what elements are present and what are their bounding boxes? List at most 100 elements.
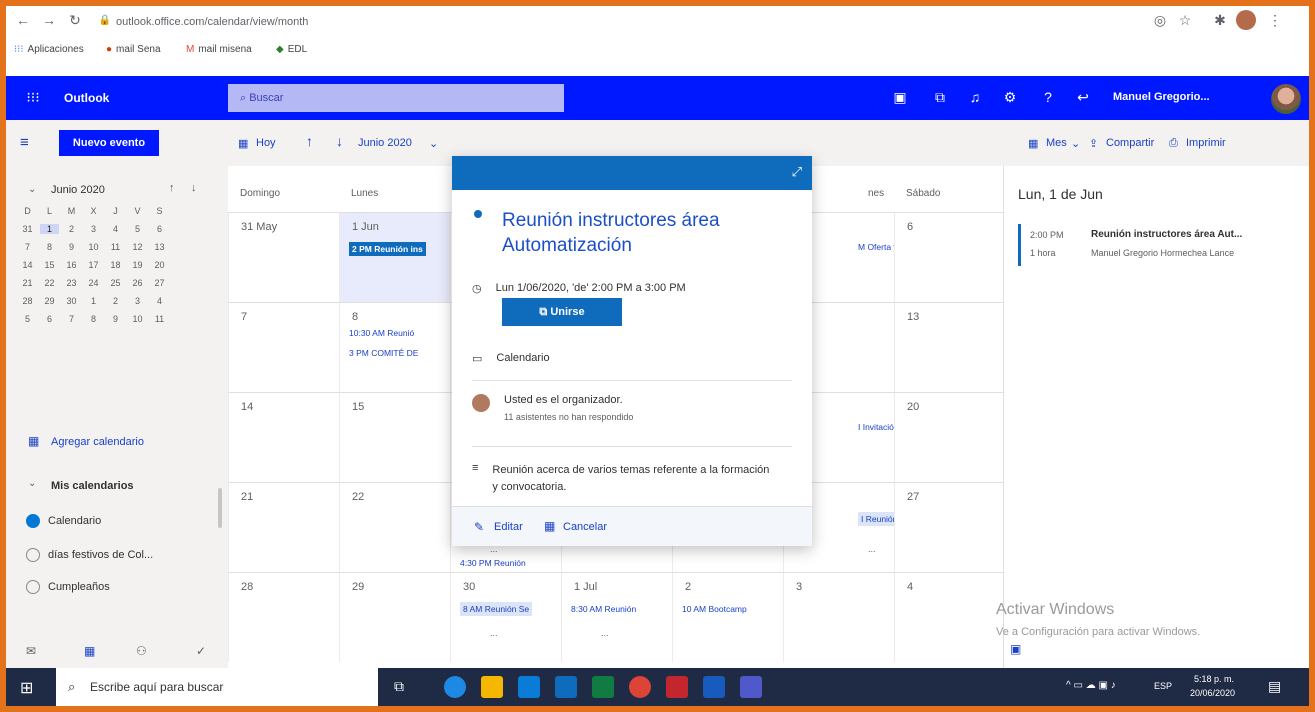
- day-cell[interactable]: 28: [228, 572, 339, 662]
- agenda-footer-icon[interactable]: ▣: [1010, 642, 1021, 656]
- mini-day[interactable]: 14: [18, 260, 37, 270]
- extensions-icon[interactable]: ✱: [1211, 12, 1229, 29]
- mini-day[interactable]: 20: [150, 260, 169, 270]
- checkbox-unchecked[interactable]: [26, 548, 40, 562]
- calendar-event[interactable]: 8 AM Reunión Se: [460, 602, 533, 616]
- bell-icon[interactable]: ♫: [966, 89, 984, 105]
- whats-new-icon[interactable]: ⧉: [931, 89, 949, 106]
- url-bar[interactable]: outlook.office.com/calendar/view/month: [116, 10, 1136, 34]
- day-cell[interactable]: 29: [339, 572, 450, 662]
- mini-day[interactable]: 2: [62, 224, 81, 234]
- mini-day[interactable]: 3: [128, 296, 147, 306]
- month-picker[interactable]: Junio 2020: [358, 137, 412, 149]
- calendar-event[interactable]: M Oferta y c: [858, 242, 894, 252]
- view-chevron-icon[interactable]: ⌄: [1071, 137, 1080, 150]
- mini-day[interactable]: 10: [84, 242, 103, 252]
- mini-day[interactable]: 1: [40, 224, 59, 234]
- mini-day[interactable]: 9: [106, 314, 125, 324]
- target-icon[interactable]: ◎: [1151, 12, 1169, 29]
- clock-date[interactable]: 20/06/2020: [1190, 688, 1235, 698]
- mini-prev-icon[interactable]: ↑: [169, 182, 175, 194]
- join-button[interactable]: ⧉ Unirse: [502, 298, 622, 326]
- store-icon[interactable]: [518, 676, 540, 698]
- forward-icon[interactable]: →: [40, 12, 58, 28]
- day-cell[interactable]: 3: [783, 572, 894, 662]
- agenda-event-title[interactable]: Reunión instructores área Aut...: [1091, 229, 1301, 240]
- file-explorer-icon[interactable]: [481, 676, 503, 698]
- tray-icons[interactable]: ^ ▭ ☁ ▣ ♪: [1066, 680, 1116, 691]
- day-cell[interactable]: 31 May: [228, 212, 339, 302]
- mini-day[interactable]: 19: [128, 260, 147, 270]
- day-cell[interactable]: 7: [228, 302, 339, 392]
- up-arrow-icon[interactable]: ↑: [306, 133, 313, 149]
- mini-day[interactable]: 11: [106, 242, 125, 252]
- mini-day[interactable]: 24: [84, 278, 103, 288]
- mini-day[interactable]: 7: [18, 242, 37, 252]
- calendar-item-festivos[interactable]: días festivos de Col...: [26, 548, 153, 562]
- mini-day[interactable]: 7: [62, 314, 81, 324]
- mini-day[interactable]: 27: [150, 278, 169, 288]
- mini-day[interactable]: 1: [84, 296, 103, 306]
- user-avatar[interactable]: [1271, 84, 1301, 114]
- calendar-event[interactable]: 10:30 AM Reunió: [349, 328, 414, 338]
- reload-icon[interactable]: ↻: [66, 12, 84, 29]
- calendar-event[interactable]: 3 PM COMITÉ DE: [349, 348, 418, 358]
- notification-icon[interactable]: ▤: [1268, 678, 1281, 695]
- edit-button[interactable]: Editar: [494, 521, 523, 533]
- mini-day[interactable]: 16: [62, 260, 81, 270]
- mail-app-icon[interactable]: [555, 676, 577, 698]
- mini-day[interactable]: 11: [150, 314, 169, 324]
- mini-day[interactable]: 3: [84, 224, 103, 234]
- more-events-indicator[interactable]: ...: [601, 628, 609, 638]
- attendees-text[interactable]: 11 asistentes no han respondido: [504, 412, 633, 422]
- mini-day[interactable]: 8: [84, 314, 103, 324]
- mini-day[interactable]: 31: [18, 224, 37, 234]
- menu-icon[interactable]: ⋮: [1266, 12, 1284, 29]
- day-cell[interactable]: 2: [672, 572, 783, 662]
- day-cell[interactable]: 6: [894, 212, 1005, 302]
- people-icon[interactable]: ⚇: [136, 644, 147, 658]
- teams-app-icon[interactable]: [740, 676, 762, 698]
- day-cell[interactable]: 22: [339, 482, 450, 572]
- new-event-button[interactable]: Nuevo evento: [59, 130, 159, 156]
- bookmark-mail-misena[interactable]: Mmail misena: [186, 44, 252, 55]
- windows-start-icon[interactable]: ⊞: [20, 678, 33, 698]
- calendar-event[interactable]: 10 AM Bootcamp: [682, 604, 747, 614]
- mini-day[interactable]: 9: [62, 242, 81, 252]
- todo-icon[interactable]: ✓: [196, 644, 206, 658]
- teams-chat-icon[interactable]: ▣: [891, 89, 909, 106]
- more-events-indicator[interactable]: ...: [490, 628, 498, 638]
- mini-day[interactable]: 30: [62, 296, 81, 306]
- mini-day[interactable]: 2: [106, 296, 125, 306]
- calendar-item-calendario[interactable]: Calendario: [26, 514, 101, 528]
- mini-day[interactable]: 25: [106, 278, 125, 288]
- share-button[interactable]: Compartir: [1106, 137, 1154, 149]
- add-calendar-link[interactable]: Agregar calendario: [51, 436, 144, 448]
- day-cell[interactable]: 15: [339, 392, 450, 482]
- calendar-event[interactable]: 2 PM Reunión ins: [349, 242, 426, 256]
- excel-icon[interactable]: [592, 676, 614, 698]
- back-icon[interactable]: ←: [14, 12, 32, 28]
- checkbox-unchecked[interactable]: [26, 580, 40, 594]
- search-input[interactable]: ⌕ Buscar: [228, 84, 564, 112]
- mini-next-icon[interactable]: ↓: [191, 182, 197, 194]
- calendar-app-icon[interactable]: ▦: [84, 644, 95, 658]
- mini-day[interactable]: 5: [18, 314, 37, 324]
- day-cell[interactable]: 13: [894, 302, 1005, 392]
- mini-day[interactable]: 6: [40, 314, 59, 324]
- mini-day[interactable]: 29: [40, 296, 59, 306]
- calendar-event[interactable]: 4:30 PM Reunión: [460, 558, 526, 568]
- language-indicator[interactable]: ESP: [1154, 681, 1172, 691]
- mini-day[interactable]: 8: [40, 242, 59, 252]
- mini-day[interactable]: 15: [40, 260, 59, 270]
- calendar-event[interactable]: I Reunión: [858, 512, 894, 526]
- mini-day[interactable]: 10: [128, 314, 147, 324]
- left-scrollbar[interactable]: [218, 488, 222, 528]
- mini-day[interactable]: 5: [128, 224, 147, 234]
- day-cell[interactable]: 4: [894, 572, 1005, 662]
- acrobat-icon[interactable]: [666, 676, 688, 698]
- clock-time[interactable]: 5:18 p. m.: [1194, 674, 1234, 684]
- taskbar-search-input[interactable]: ⌕ Escribe aquí para buscar: [56, 668, 378, 706]
- app-launcher-icon[interactable]: ⁝⁝⁝: [24, 89, 42, 106]
- down-arrow-icon[interactable]: ↓: [336, 133, 343, 149]
